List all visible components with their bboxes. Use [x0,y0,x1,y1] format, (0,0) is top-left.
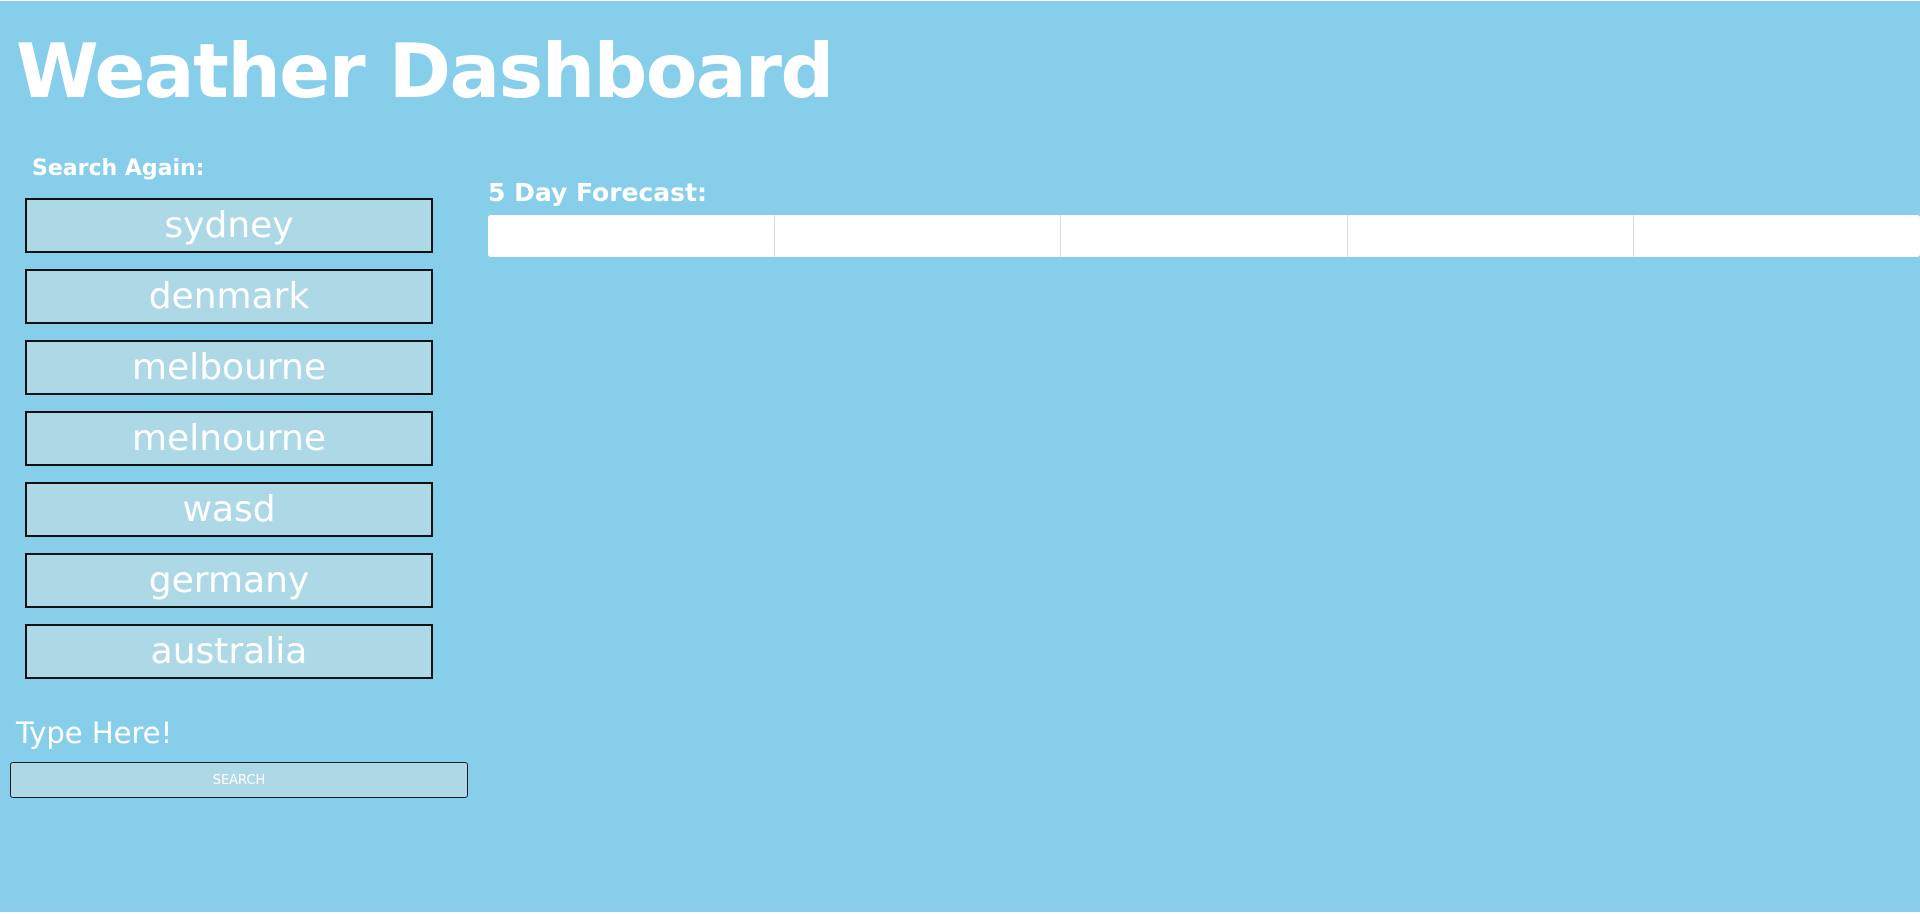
history-button-sydney[interactable]: sydney [25,198,433,253]
history-button-australia[interactable]: australia [25,624,433,679]
history-button-wasd[interactable]: wasd [25,482,433,537]
search-input[interactable] [10,762,468,798]
forecast-label: 5 Day Forecast: [488,178,707,207]
forecast-day-card [774,215,1062,257]
history-button-melbourne[interactable]: melbourne [25,340,433,395]
search-again-label: Search Again: [32,156,205,181]
forecast-day-card [1634,215,1920,257]
history-button-melnourne[interactable]: melnourne [25,411,433,466]
forecast-day-card [488,215,775,257]
history-button-denmark[interactable]: denmark [25,269,433,324]
forecast-day-card [1061,215,1348,257]
history-button-germany[interactable]: germany [25,553,433,608]
search-history-list: sydney denmark melbourne melnourne wasd … [25,198,433,695]
search-input-label: Type Here! [16,716,173,750]
forecast-day-card [1347,215,1635,257]
page-title: Weather Dashboard [16,27,834,115]
page-background: Weather Dashboard Search Again: sydney d… [0,1,1920,912]
forecast-row [488,215,1920,257]
